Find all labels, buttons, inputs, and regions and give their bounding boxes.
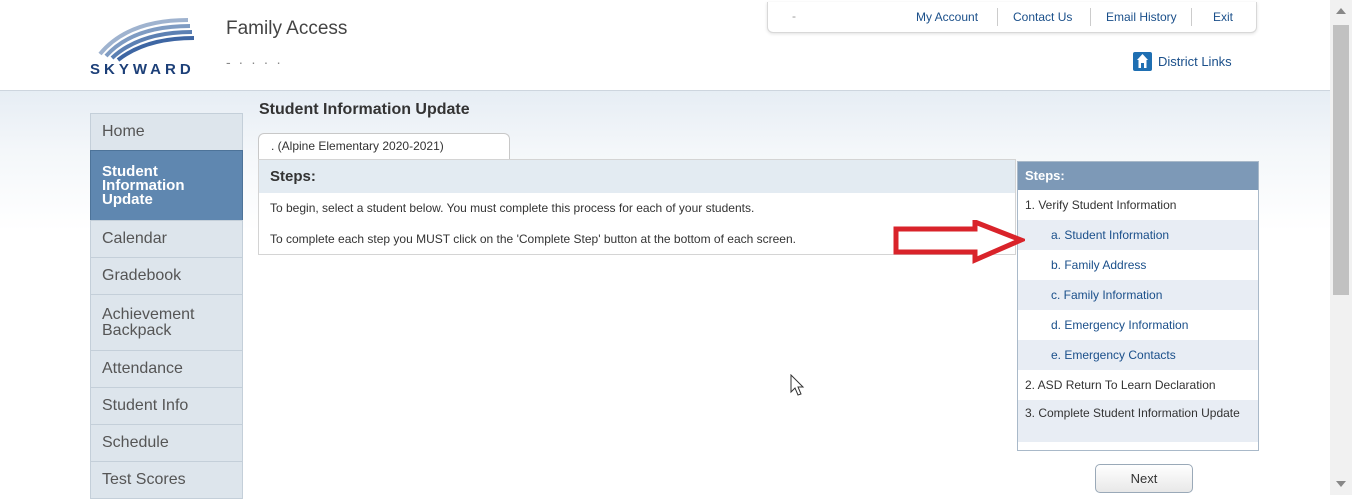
header: SKYWARD Family Access - · · · · - My Acc… xyxy=(0,0,1330,91)
toolbar-divider xyxy=(1191,8,1192,26)
toolbar-divider xyxy=(1090,8,1091,26)
red-arrow-annotation xyxy=(893,218,1028,269)
step-complete-update[interactable]: 3. Complete Student Information Update xyxy=(1018,400,1258,442)
step-emergency-contacts[interactable]: e. Emergency Contacts xyxy=(1018,340,1258,370)
app-title: Family Access xyxy=(226,18,348,39)
sidebar-item-label: Calendar xyxy=(102,230,167,247)
instruction-line: To begin, select a student below. You mu… xyxy=(270,201,755,215)
sidebar-item-gradebook[interactable]: Gradebook xyxy=(90,257,243,295)
skyward-logo[interactable]: SKYWARD xyxy=(88,14,218,78)
sidebar-item-home[interactable]: Home xyxy=(90,113,243,151)
step-family-information[interactable]: c. Family Information xyxy=(1018,280,1258,310)
sidebar-item-label: Schedule xyxy=(102,434,169,451)
sidebar-item-test-scores[interactable]: Test Scores xyxy=(90,461,243,499)
steps-heading: Steps: xyxy=(1018,162,1258,190)
page-scrollbar[interactable] xyxy=(1330,0,1352,495)
student-tab[interactable]: . (Alpine Elementary 2020-2021) xyxy=(258,133,510,159)
step-family-address[interactable]: b. Family Address xyxy=(1018,250,1258,280)
brand-text: SKYWARD xyxy=(90,61,195,76)
mouse-pointer-icon xyxy=(790,373,806,403)
sidebar-item-label: Student Info xyxy=(102,397,189,414)
exit-link[interactable]: Exit xyxy=(1213,10,1233,24)
sidebar-item-achievement-backpack[interactable]: Achievement Backpack xyxy=(90,294,243,351)
step-return-to-learn-declaration[interactable]: 2. ASD Return To Learn Declaration xyxy=(1018,370,1258,400)
sidebar-item-label: Gradebook xyxy=(102,267,182,284)
sidebar-item-schedule[interactable]: Schedule xyxy=(90,424,243,462)
sidebar-item-student-info[interactable]: Student Info xyxy=(90,387,243,425)
scrollbar-thumb[interactable] xyxy=(1333,25,1349,295)
student-name: - · · · · xyxy=(226,54,283,70)
scroll-down-arrow-icon[interactable] xyxy=(1336,481,1346,487)
panel-heading: Steps: xyxy=(259,160,1015,193)
top-toolbar: - My Account Contact Us Email History Ex… xyxy=(767,2,1257,33)
sidebar-item-label: Test Scores xyxy=(102,471,186,488)
sidebar-item-calendar[interactable]: Calendar xyxy=(90,220,243,258)
sidebar-item-label: Home xyxy=(102,123,145,140)
district-links-button[interactable]: District Links xyxy=(1133,46,1232,76)
page-title: Student Information Update xyxy=(259,101,470,118)
contact-us-link[interactable]: Contact Us xyxy=(1013,10,1072,24)
next-button[interactable]: Next xyxy=(1095,464,1193,493)
scroll-up-arrow-icon[interactable] xyxy=(1336,8,1346,14)
step-verify-student-information[interactable]: 1. Verify Student Information xyxy=(1018,190,1258,220)
district-links-label: District Links xyxy=(1158,53,1232,69)
sidebar-item-label: Achievement Backpack xyxy=(102,305,195,339)
email-history-link[interactable]: Email History xyxy=(1106,10,1177,24)
steps-box: Steps: 1. Verify Student Information a. … xyxy=(1017,161,1259,451)
student-selector[interactable]: - xyxy=(792,9,796,23)
my-account-link[interactable]: My Account xyxy=(916,10,978,24)
sidebar-item-label: Attendance xyxy=(102,360,183,377)
sidebar-nav: Home Student Information Update Calendar… xyxy=(90,113,243,499)
sidebar-item-attendance[interactable]: Attendance xyxy=(90,350,243,388)
toolbar-divider xyxy=(997,8,998,26)
step-emergency-information[interactable]: d. Emergency Information xyxy=(1018,310,1258,340)
sidebar-item-label: Student Information Update xyxy=(102,162,185,208)
sidebar-item-student-information-update[interactable]: Student Information Update xyxy=(90,150,243,221)
district-building-icon xyxy=(1133,51,1152,71)
step-student-information[interactable]: a. Student Information xyxy=(1018,220,1258,250)
